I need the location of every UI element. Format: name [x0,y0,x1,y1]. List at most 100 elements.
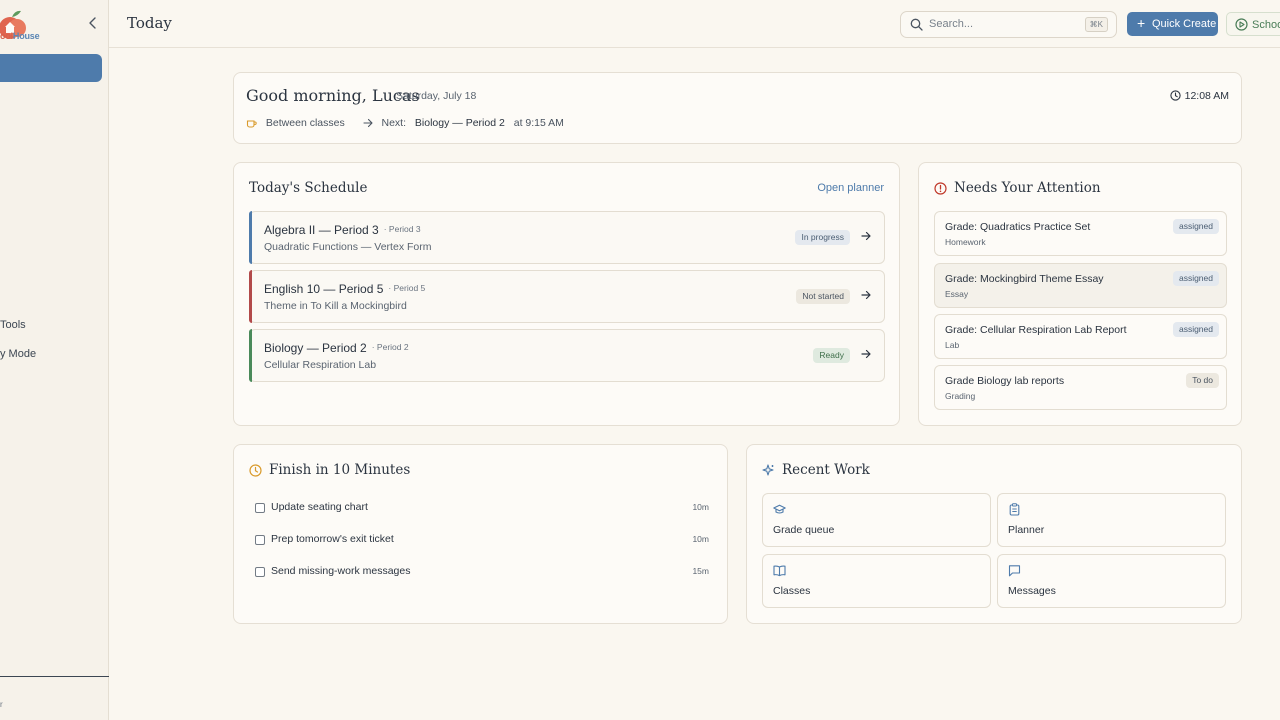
status-row: Between classes Next: Biology — Period 2… [246,117,564,129]
schedule-item[interactable]: English 10 — Period 5 · Period 5 Theme in… [249,270,885,323]
greeting-date: Saturday, July 18 [396,90,477,102]
recent-tile-messages[interactable]: Messages [997,554,1226,608]
greeting-text: Good morning, Lucas [246,86,420,105]
attention-item-subtitle: Grading [945,391,976,401]
task-label: Update seating chart [271,501,368,513]
schedule-item-title: English 10 — Period 5 · Period 5 [264,282,426,296]
book-icon [773,565,786,577]
schedule-item-title: Algebra II — Period 3 · Period 3 [264,223,421,237]
coffee-icon [246,120,257,128]
arrow-right-icon[interactable] [861,349,871,359]
task-duration: 15m [692,566,709,576]
schedule-item-bar [249,270,252,323]
status-badge: assigned [1172,322,1219,337]
task-duration: 10m [692,502,709,512]
attention-item[interactable]: Grade: Quadratics Practice Set Homework … [934,211,1227,256]
clock-icon [249,464,262,477]
next-class: Biology — Period 2 [414,117,505,129]
status-badge: To do [1186,373,1219,388]
play-circle-icon [1235,18,1248,31]
search-shortcut: ⌘K [1084,17,1108,32]
status-badge: In progress [795,230,850,245]
status-badge: assigned [1172,271,1219,286]
attention-item-title: Grade: Quadratics Practice Set [945,221,1091,233]
status-badge: assigned [1172,219,1219,234]
chevron-left-icon[interactable] [86,16,100,30]
recent-tile-planner[interactable]: Planner [997,493,1226,547]
alert-circle-icon [934,182,947,195]
arrow-right-icon[interactable] [861,231,871,241]
sidebar-footer-text: r [0,700,3,709]
status-text: Between classes [265,117,345,129]
attention-item-subtitle: Homework [945,237,986,247]
sidebar-item-mode[interactable]: y Mode [0,348,36,360]
logo-text: oolHouse [0,31,40,41]
recent-work-card: Recent Work Grade queue Planner Classes … [746,444,1242,624]
task-label: Prep tomorrow's exit ticket [271,533,394,545]
greeting-card: Good morning, Lucas Saturday, July 18 12… [233,72,1242,144]
task-checkbox[interactable] [255,535,265,545]
sidebar: oolHouse Tools y Mode r [0,0,109,720]
sidebar-item-tools[interactable]: Tools [0,319,26,331]
tile-label: Messages [1008,585,1056,597]
attention-card: Needs Your Attention Grade: Quadratics P… [918,162,1242,426]
attention-item[interactable]: Grade: Cellular Respiration Lab Report L… [934,314,1227,359]
task-item[interactable]: Send missing-work messages 15m [255,565,709,581]
current-time-text: 12:08 AM [1184,90,1229,102]
attention-item-title: Grade: Mockingbird Theme Essay [945,273,1104,285]
current-time: 12:08 AM [1169,90,1229,102]
schedule-item-bar [249,329,252,382]
search-input[interactable]: Search... ⌘K [900,11,1117,38]
task-checkbox[interactable] [255,567,265,577]
tile-label: Classes [773,585,811,597]
task-duration: 10m [692,534,709,544]
sidebar-item-active[interactable] [0,54,102,82]
schedule-item-title: Biology — Period 2 · Period 2 [264,341,409,355]
search-placeholder: Search... [929,18,974,30]
graduation-cap-icon [773,504,786,514]
finish-card: Finish in 10 Minutes Update seating char… [233,444,728,624]
schedule-item[interactable]: Algebra II — Period 3 · Period 3 Quadrati… [249,211,885,264]
quick-create-button[interactable]: + Quick Create [1127,12,1218,36]
plus-icon: + [1137,15,1146,31]
schedule-card: Today's Schedule Open planner Algebra II… [233,162,900,426]
schedule-item-subtitle: Theme in To Kill a Mockingbird [264,300,407,312]
recent-tile-grade-queue[interactable]: Grade queue [762,493,991,547]
sidebar-divider [0,676,109,677]
schedule-item-subtitle: Cellular Respiration Lab [264,359,377,371]
tile-label: Planner [1008,524,1045,536]
schedule-item-subtitle: Quadratic Functions — Vertex Form [264,241,432,253]
attention-title: Needs Your Attention [954,180,1101,196]
schedule-title: Today's Schedule [249,180,368,196]
attention-item[interactable]: Grade Biology lab reports Grading To do [934,365,1227,410]
attention-item[interactable]: Grade: Mockingbird Theme Essay Essay ass… [934,263,1227,308]
recent-title: Recent Work [782,462,870,478]
school-button[interactable]: School [1226,12,1280,36]
tile-label: Grade queue [773,524,835,536]
task-label: Send missing-work messages [271,565,411,577]
schedule-item-bar [249,211,252,264]
task-item[interactable]: Update seating chart 10m [255,501,709,517]
schedule-item[interactable]: Biology — Period 2 · Period 2 Cellular Re… [249,329,885,382]
attention-item-title: Grade Biology lab reports [945,375,1065,387]
open-planner-link[interactable]: Open planner [817,182,884,194]
recent-tile-classes[interactable]: Classes [762,554,991,608]
next-label: Next: [381,117,406,129]
arrow-right-icon[interactable] [861,290,871,300]
status-badge: Not started [796,289,850,304]
task-item[interactable]: Prep tomorrow's exit ticket 10m [255,533,709,549]
clipboard-icon [1009,503,1020,516]
school-button-label: School [1252,19,1280,31]
attention-item-title: Grade: Cellular Respiration Lab Report [945,324,1127,336]
sparkles-icon [762,464,774,476]
next-time: at 9:15 AM [513,117,564,129]
message-icon [1008,565,1021,577]
search-icon [910,18,923,31]
attention-item-subtitle: Essay [945,289,969,299]
finish-title: Finish in 10 Minutes [269,462,411,478]
top-bar: Today Search... ⌘K + Quick Create School [109,0,1280,48]
task-checkbox[interactable] [255,503,265,513]
page-title: Today [127,14,172,32]
arrow-right-icon [363,118,373,128]
attention-item-subtitle: Lab [945,340,960,350]
